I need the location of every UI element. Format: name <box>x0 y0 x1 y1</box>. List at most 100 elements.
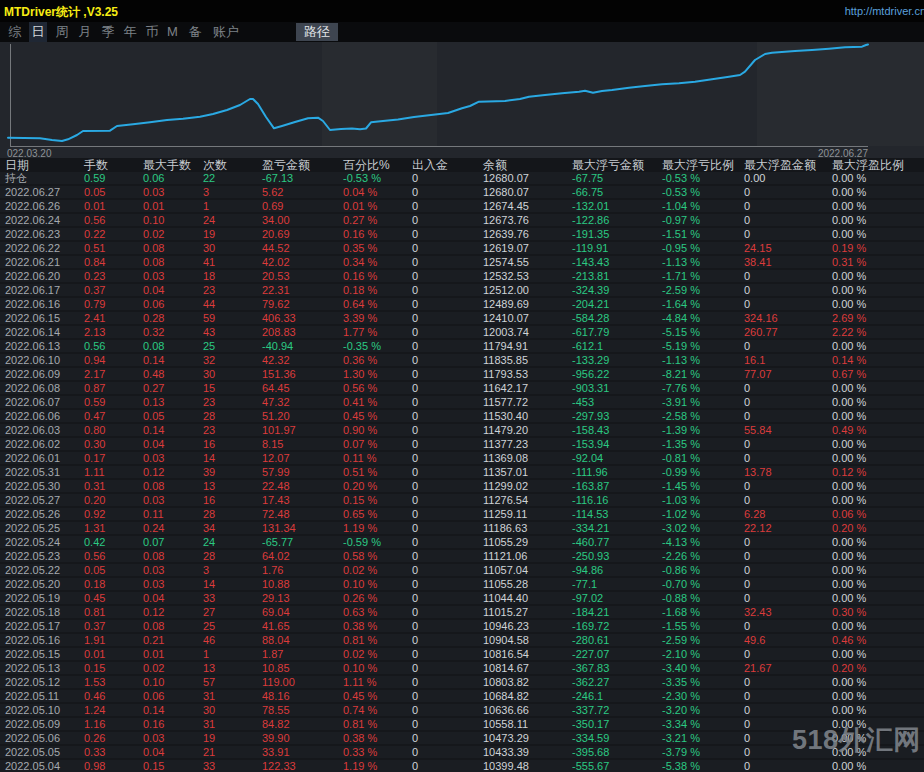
table-row[interactable]: 2022.05.240.420.0724-65.77-0.59 %011055.… <box>0 536 924 550</box>
table-row[interactable]: 2022.05.190.450.043329.130.26 %011044.40… <box>0 592 924 606</box>
table-row[interactable]: 2022.06.230.220.021920.690.16 %012639.76… <box>0 228 924 242</box>
cell: 2022.06.08 <box>5 382 60 395</box>
table-row[interactable]: 2022.05.251.310.2434131.341.19 %011186.6… <box>0 522 924 536</box>
cell: -324.39 <box>572 284 609 297</box>
table-row[interactable]: 2022.06.020.300.04168.150.07 %011377.23-… <box>0 438 924 452</box>
menu-tab-5[interactable]: 季 <box>100 22 116 42</box>
cell: 11121.06 <box>483 550 527 563</box>
cell: 12680.07 <box>483 172 529 185</box>
cell: 0.00 % <box>832 382 866 395</box>
cell: 32 <box>203 354 215 367</box>
cell: 0.46 % <box>832 634 866 647</box>
table-row[interactable]: 2022.06.152.410.2859406.333.39 %012410.0… <box>0 312 924 326</box>
table-row[interactable]: 2022.05.311.110.123957.990.51 %011357.01… <box>0 466 924 480</box>
cell: 13 <box>203 662 215 675</box>
table-row[interactable]: 2022.06.100.940.143242.320.36 %011835.85… <box>0 354 924 368</box>
table-row[interactable]: 2022.05.161.910.214688.040.81 %010904.58… <box>0 634 924 648</box>
table-row[interactable]: 2022.05.200.180.031410.880.10 %011055.28… <box>0 578 924 592</box>
table-row[interactable]: 2022.06.260.010.0110.690.01 %012674.45-1… <box>0 200 924 214</box>
cell: 12003.74 <box>483 326 529 339</box>
cell: 30 <box>203 704 215 717</box>
cell: 0.87 <box>84 382 105 395</box>
menu-tab-8[interactable]: M <box>166 22 179 42</box>
table-row[interactable]: 2022.06.210.840.084142.020.34 %012574.55… <box>0 256 924 270</box>
cell: 0.74 % <box>343 704 377 717</box>
table-row[interactable]: 2022.06.142.130.3243208.831.77 %012003.7… <box>0 326 924 340</box>
cell: 21 <box>203 746 215 759</box>
cell: 0.00 % <box>832 200 866 213</box>
cell: 38.41 <box>744 256 772 269</box>
cell: 0 <box>412 200 418 213</box>
cell: 1.76 <box>262 564 283 577</box>
cell: 0.12 <box>143 606 164 619</box>
path-button[interactable]: 路径 <box>296 23 338 41</box>
table-row[interactable]: 2022.05.091.160.163184.820.81 %010558.11… <box>0 718 924 732</box>
cell: -3.91 % <box>662 396 700 409</box>
cell: 27 <box>203 606 215 619</box>
table-row[interactable]: 2022.06.092.170.4830151.361.30 %011793.5… <box>0 368 924 382</box>
table-row[interactable]: 2022.06.200.230.031820.530.16 %012532.53… <box>0 270 924 284</box>
table-row[interactable]: 2022.05.270.200.031617.430.15 %011276.54… <box>0 494 924 508</box>
cell: 3 <box>203 564 209 577</box>
cell: -1.13 % <box>662 256 700 269</box>
table-row[interactable]: 2022.06.170.370.042322.310.18 %012512.00… <box>0 284 924 298</box>
menu-tab-9[interactable]: 备 <box>187 22 203 42</box>
cell: -362.27 <box>572 676 609 689</box>
cell: 0.06 <box>143 172 164 185</box>
table-row[interactable]: 2022.06.130.560.0825-40.94-0.35 %011794.… <box>0 340 924 354</box>
table-row[interactable]: 2022.05.040.980.1533122.331.19 %010399.4… <box>0 760 924 772</box>
menu-tab-1[interactable]: 综 <box>7 22 23 42</box>
menu-tab-7[interactable]: 币 <box>144 22 160 42</box>
cell: -169.72 <box>572 620 609 633</box>
table-row[interactable]: 2022.06.060.470.052851.200.45 %011530.40… <box>0 410 924 424</box>
cell: 0.65 % <box>343 508 377 521</box>
cell: -227.07 <box>572 648 609 661</box>
table-row[interactable]: 2022.05.050.330.042133.910.33 %010433.39… <box>0 746 924 760</box>
cell: 59 <box>203 312 215 325</box>
cell: 0 <box>412 536 418 549</box>
table-row[interactable]: 2022.05.220.050.0331.760.02 %011057.04-9… <box>0 564 924 578</box>
cell: 2022.05.12 <box>5 676 60 689</box>
menu-tab-4[interactable]: 月 <box>77 22 93 42</box>
cell: 24 <box>203 536 215 549</box>
cell: 0.08 <box>143 480 164 493</box>
cell: 2022.05.11 <box>5 690 59 703</box>
cell: 11835.85 <box>483 354 528 367</box>
table-row[interactable]: 2022.05.170.370.082541.650.38 %010946.23… <box>0 620 924 634</box>
table-row[interactable]: 2022.06.010.170.031412.070.11 %011369.08… <box>0 452 924 466</box>
app-url-link[interactable]: http://mtdriver.cn <box>845 5 924 17</box>
table-row[interactable]: 2022.05.260.920.112872.480.65 %011259.11… <box>0 508 924 522</box>
table-row[interactable]: 2022.06.030.800.1423101.970.90 %011479.2… <box>0 424 924 438</box>
table-row[interactable]: 2022.06.160.790.064479.620.64 %012489.69… <box>0 298 924 312</box>
table-row[interactable]: 持仓0.590.0622-67.13-0.53 %012680.07-67.75… <box>0 172 924 186</box>
cell: -153.94 <box>572 438 609 451</box>
cell: 0 <box>412 620 418 633</box>
table-row[interactable]: 2022.06.220.510.083044.520.35 %012619.07… <box>0 242 924 256</box>
cell: -1.51 % <box>662 228 700 241</box>
table-row[interactable]: 2022.05.060.260.031939.900.38 %010473.29… <box>0 732 924 746</box>
menu-tab-6[interactable]: 年 <box>122 22 138 42</box>
cell: 0.01 <box>84 200 105 213</box>
table-row[interactable]: 2022.05.110.460.063148.160.45 %010684.82… <box>0 690 924 704</box>
cell: 0.51 % <box>343 466 377 479</box>
table-row[interactable]: 2022.05.150.010.0111.870.02 %010816.54-2… <box>0 648 924 662</box>
table-row[interactable]: 2022.05.101.240.143078.550.74 %010636.66… <box>0 704 924 718</box>
table-row[interactable]: 2022.05.300.310.081322.480.20 %011299.02… <box>0 480 924 494</box>
menu-tab-2[interactable]: 日 <box>29 22 47 42</box>
table-row[interactable]: 2022.06.080.870.271564.450.56 %011642.17… <box>0 382 924 396</box>
table-row[interactable]: 2022.05.230.560.082864.020.58 %011121.06… <box>0 550 924 564</box>
table-row[interactable]: 2022.06.240.560.102434.000.27 %012673.76… <box>0 214 924 228</box>
cell: 0.14 % <box>832 354 866 367</box>
menu-tab-3[interactable]: 周 <box>54 22 70 42</box>
table-row[interactable]: 2022.05.180.810.122769.040.63 %011015.27… <box>0 606 924 620</box>
cell: 0.45 % <box>343 690 377 703</box>
cell: 0.80 <box>84 424 105 437</box>
menu-tab-10[interactable]: 账户 <box>211 22 241 42</box>
cell: 0 <box>744 340 750 353</box>
table-row[interactable]: 2022.05.130.150.021310.850.10 %010814.67… <box>0 662 924 676</box>
cell: 0.56 <box>84 550 105 563</box>
table-row[interactable]: 2022.05.121.530.1057119.001.11 %010803.8… <box>0 676 924 690</box>
table-row[interactable]: 2022.06.270.050.0335.620.04 %012680.07-6… <box>0 186 924 200</box>
cell: 0.26 <box>84 732 105 745</box>
table-row[interactable]: 2022.06.070.590.132347.320.41 %011577.72… <box>0 396 924 410</box>
